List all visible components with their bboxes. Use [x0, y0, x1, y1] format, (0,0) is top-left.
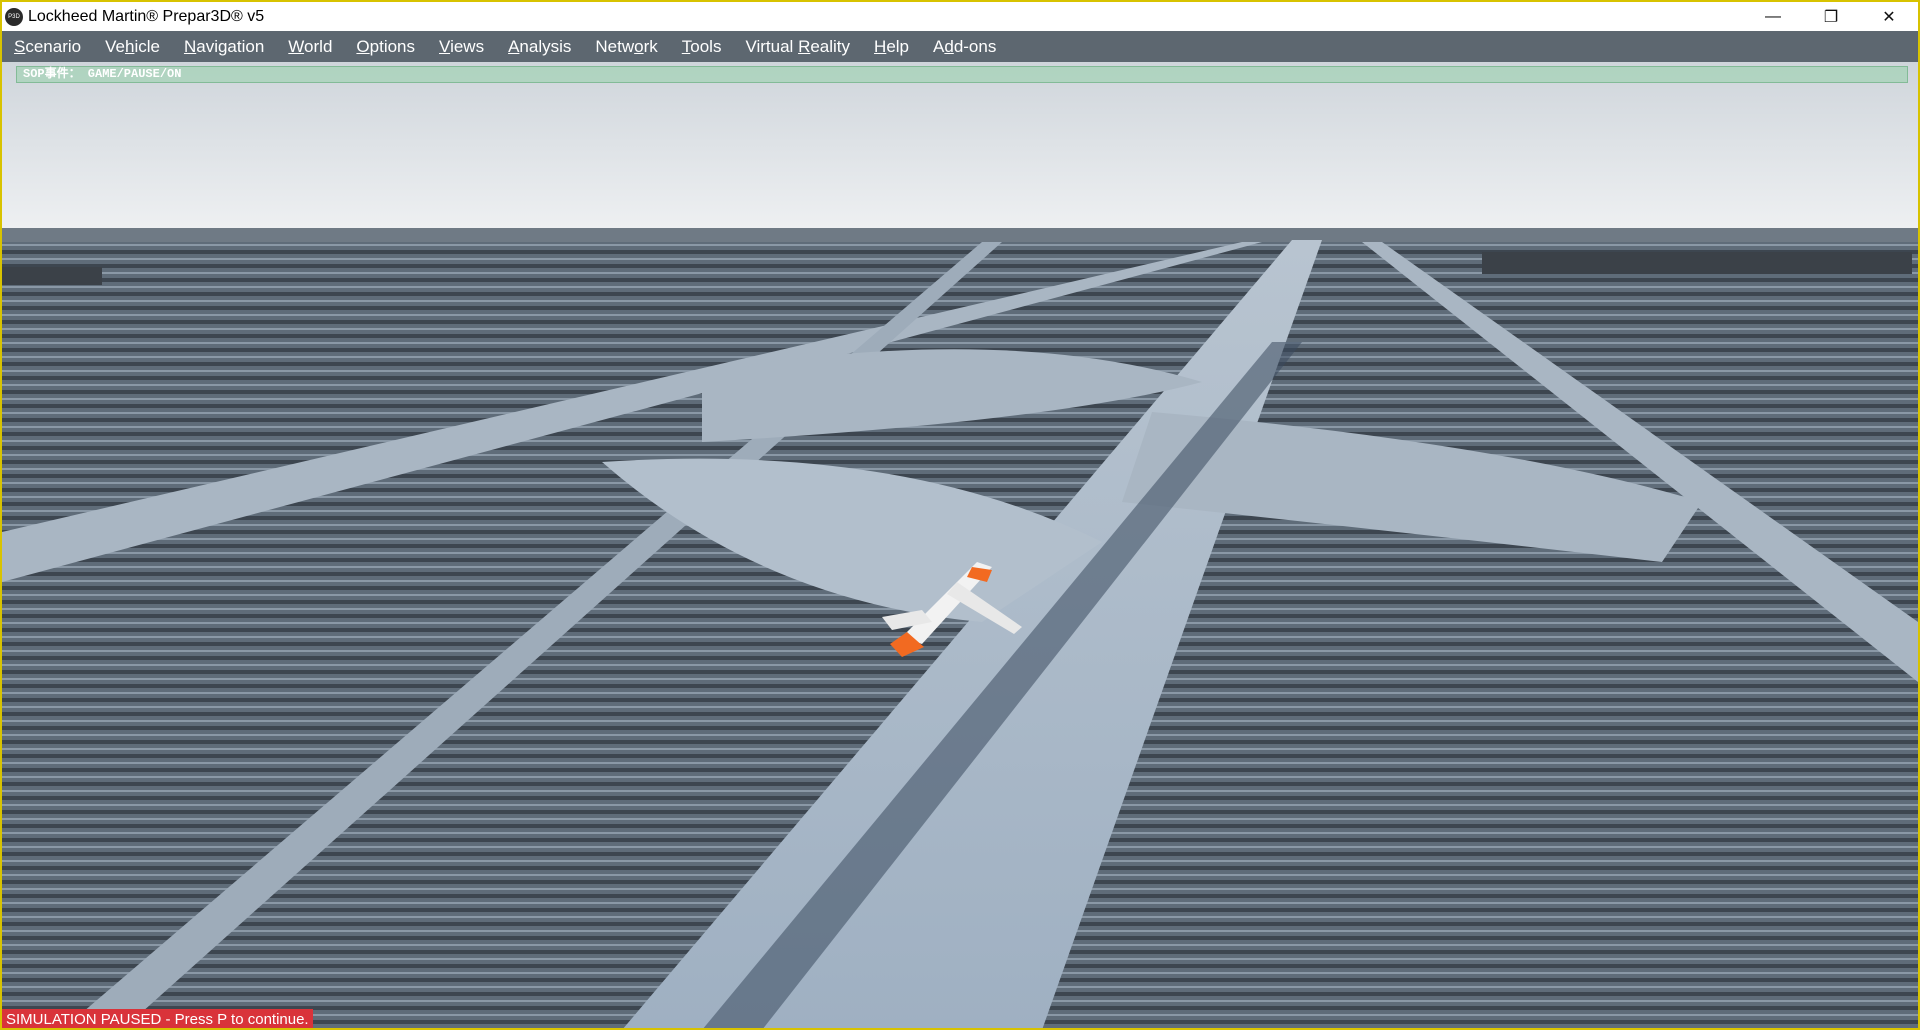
menu-label: d-ons [953, 37, 997, 56]
menu-views[interactable]: Views [427, 31, 496, 62]
menu-scenario[interactable]: Scenario [2, 31, 93, 62]
menu-mnemonic: N [183, 37, 197, 56]
menu-label: orld [304, 37, 333, 56]
menu-label: iews [450, 37, 485, 56]
menu-label: rk [643, 37, 658, 56]
event-notification-bar: SOP事件： GAME/PAUSE/ON [16, 66, 1908, 83]
close-button[interactable]: ✕ [1860, 2, 1918, 31]
menu-label: ptions [369, 37, 416, 56]
menu-mnemonic: H [874, 37, 887, 56]
terminal-building [1482, 252, 1912, 274]
menu-add-ons[interactable]: Add-ons [921, 31, 1008, 62]
horizon-city [2, 228, 1918, 242]
menu-label: elp [886, 37, 909, 56]
menu-mnemonic: T [681, 37, 691, 56]
menu-mnemonic: d [944, 37, 954, 56]
menu-navigation[interactable]: Navigation [172, 31, 276, 62]
title-bar[interactable]: P3D Lockheed Martin® Prepar3D® v5 — ❐ ✕ [2, 2, 1918, 31]
menu-label: ools [690, 37, 722, 56]
menu-label: cenario [25, 37, 82, 56]
app-window: P3D Lockheed Martin® Prepar3D® v5 — ❐ ✕ … [0, 0, 1920, 1030]
menu-help[interactable]: Help [862, 31, 921, 62]
menu-mnemonic: R [798, 37, 811, 56]
menu-mnemonic: O [356, 37, 370, 56]
airport-scene [2, 62, 1918, 1028]
restore-button[interactable]: ❐ [1802, 2, 1860, 31]
menu-mnemonic: A [508, 37, 520, 56]
menu-label: Netw [595, 37, 635, 56]
menu-bar: Scenario Vehicle Navigation World Option… [2, 31, 1918, 62]
menu-network[interactable]: Network [583, 31, 669, 62]
event-text: SOP事件： GAME/PAUSE/ON [23, 67, 182, 81]
menu-mnemonic: o [634, 37, 644, 56]
sky [2, 62, 1918, 230]
menu-mnemonic: V [439, 37, 451, 56]
hangar-building [2, 267, 102, 285]
simulator-viewport[interactable]: SOP事件： GAME/PAUSE/ON SIMULATION PAUSED -… [2, 62, 1918, 1028]
menu-label: nalysis [519, 37, 572, 56]
menu-virtual-reality[interactable]: Virtual Reality [733, 31, 862, 62]
menu-world[interactable]: World [276, 31, 344, 62]
menu-vehicle[interactable]: Vehicle [93, 31, 172, 62]
menu-label: avigation [196, 37, 265, 56]
menu-label: icle [134, 37, 160, 56]
menu-mnemonic: W [288, 37, 305, 56]
menu-analysis[interactable]: Analysis [496, 31, 583, 62]
menu-options[interactable]: Options [344, 31, 427, 62]
menu-label: Virtual [745, 37, 799, 56]
menu-tools[interactable]: Tools [670, 31, 734, 62]
menu-label: A [933, 37, 945, 56]
simulation-paused-banner: SIMULATION PAUSED - Press P to continue. [2, 1009, 313, 1028]
window-title: Lockheed Martin® Prepar3D® v5 [28, 7, 265, 25]
app-icon: P3D [5, 7, 23, 26]
menu-label: eality [810, 37, 851, 56]
menu-mnemonic: S [14, 37, 26, 56]
menu-label: Ve [105, 37, 125, 56]
minimize-button[interactable]: — [1744, 2, 1802, 31]
